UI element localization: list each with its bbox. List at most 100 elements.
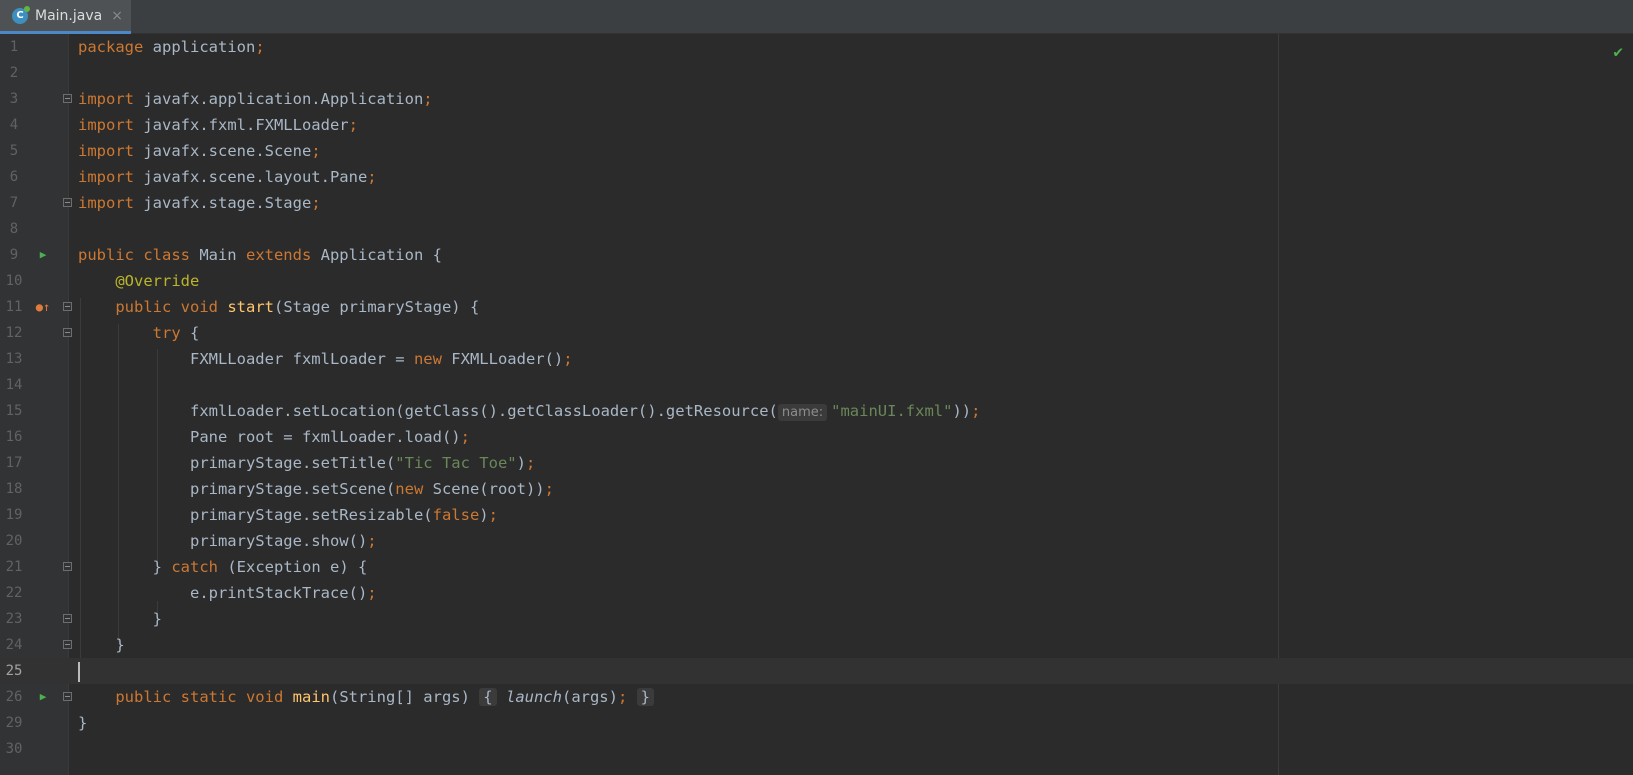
keyword: import — [78, 142, 134, 160]
code-line[interactable]: 5 import javafx.scene.Scene; — [0, 138, 1633, 164]
code-text: import javafx.stage.Stage; — [78, 190, 321, 216]
identifier: application — [143, 38, 256, 56]
folded-brace[interactable]: { — [479, 688, 497, 706]
code-line[interactable]: 7 import javafx.stage.Stage; — [0, 190, 1633, 216]
line-number: 10 — [5, 273, 23, 289]
line-number: 24 — [5, 637, 23, 653]
semicolon: ; — [348, 116, 358, 134]
identifier: Scene(root)) — [423, 480, 545, 498]
brace: } — [152, 610, 162, 628]
code-text: } — [78, 632, 125, 658]
identifier: (Exception e) { — [218, 558, 368, 576]
keyword: package — [78, 38, 144, 56]
code-line[interactable]: 2 — [0, 60, 1633, 86]
keyword: catch — [171, 558, 218, 576]
line-number: 2 — [9, 65, 19, 81]
code-line[interactable]: 18 primaryStage.setScene(new Scene(root)… — [0, 476, 1633, 502]
keyword: new — [395, 480, 424, 498]
line-number: 4 — [9, 117, 19, 133]
code-line[interactable]: 16 Pane root = fxmlLoader.load(); — [0, 424, 1633, 450]
code-line[interactable]: 17 primaryStage.setTitle("Tic Tac Toe"); — [0, 450, 1633, 476]
override-icon[interactable]: ●↑ — [36, 294, 50, 320]
semicolon: ; — [255, 38, 265, 56]
code-line[interactable]: 10 @Override — [0, 268, 1633, 294]
line-number: 9 — [9, 247, 19, 263]
java-class-icon: C — [12, 5, 30, 24]
line-number: 17 — [5, 455, 23, 471]
code-line[interactable]: 20 primaryStage.show(); — [0, 528, 1633, 554]
fold-icon[interactable] — [63, 562, 72, 571]
tab-filename: Main.java — [35, 7, 103, 24]
keyword: import — [78, 90, 134, 108]
code-line[interactable]: 6 import javafx.scene.layout.Pane; — [0, 164, 1633, 190]
line-number: 16 — [5, 429, 23, 445]
fold-icon[interactable] — [63, 614, 72, 623]
semicolon: ; — [525, 454, 536, 472]
identifier: javafx.stage.Stage — [134, 194, 312, 212]
code-line[interactable]: 1 package application; — [0, 34, 1633, 60]
code-line[interactable]: 12 try { — [0, 320, 1633, 346]
line-number: 6 — [9, 169, 19, 185]
code-line[interactable]: 15 fxmlLoader.setLocation(getClass().get… — [0, 398, 1633, 424]
code-line-current[interactable]: 25 — [0, 658, 1633, 684]
fold-icon[interactable] — [63, 328, 72, 337]
code-line[interactable]: 29 } — [0, 710, 1633, 736]
code-line[interactable]: 11 ●↑ public void start(Stage primarySta… — [0, 294, 1633, 320]
code-line[interactable]: 9 ▶ public class Main extends Applicatio… — [0, 242, 1633, 268]
tab-main-java[interactable]: C Main.java × — [0, 0, 131, 34]
fold-icon[interactable] — [63, 640, 72, 649]
code-line[interactable]: 4 import javafx.fxml.FXMLLoader; — [0, 112, 1633, 138]
code-line[interactable]: 26 ▶ public static void main(String[] ar… — [0, 684, 1633, 710]
code-line[interactable]: 8 — [0, 216, 1633, 242]
code-text: FXMLLoader fxmlLoader = new FXMLLoader()… — [78, 346, 573, 372]
line-number: 5 — [9, 143, 19, 159]
code-text: public static void main(String[] args) {… — [78, 684, 655, 710]
line-number: 18 — [5, 481, 23, 497]
identifier: FXMLLoader fxmlLoader = — [189, 350, 414, 368]
run-icon[interactable]: ▶ — [36, 684, 50, 710]
semicolon: ; — [971, 402, 981, 420]
code-line[interactable]: 21 } catch (Exception e) { — [0, 554, 1633, 580]
code-line[interactable]: 23 } — [0, 606, 1633, 632]
line-number: 12 — [5, 325, 23, 341]
code-editor[interactable]: ✔ 1 package application; 2 3 import java… — [0, 34, 1633, 775]
identifier: { — [180, 324, 200, 342]
identifier: primaryStage.setScene( — [189, 480, 396, 498]
code-text: fxmlLoader.setLocation(getClass().getCla… — [78, 398, 980, 426]
code-text: public void start(Stage primaryStage) { — [78, 294, 479, 320]
java-class-icon-letter: C — [16, 10, 24, 21]
code-line[interactable]: 24 } — [0, 632, 1633, 658]
line-number: 11 — [5, 299, 23, 315]
code-text: package application; — [78, 34, 265, 60]
line-number: 7 — [9, 195, 19, 211]
identifier: primaryStage.setTitle( — [189, 454, 396, 472]
line-number: 13 — [5, 351, 23, 367]
semicolon: ; — [423, 90, 433, 108]
identifier: (String[] args) — [329, 688, 480, 706]
keyword: import — [78, 168, 134, 186]
fold-icon[interactable] — [63, 198, 72, 207]
fold-icon[interactable] — [63, 94, 72, 103]
code-line[interactable]: 3 import javafx.application.Application; — [0, 86, 1633, 112]
identifier: FXMLLoader() — [441, 350, 564, 368]
fold-icon[interactable] — [63, 302, 72, 311]
code-line[interactable]: 30 — [0, 736, 1633, 762]
code-line[interactable]: 22 e.printStackTrace(); — [0, 580, 1633, 606]
brace: } — [115, 636, 125, 654]
run-icon[interactable]: ▶ — [36, 242, 50, 268]
string-literal: "mainUI.fxml" — [831, 402, 953, 420]
fold-icon[interactable] — [63, 692, 72, 701]
code-text: import javafx.application.Application; — [78, 86, 433, 112]
code-text: Pane root = fxmlLoader.load(); — [78, 424, 470, 450]
code-line[interactable]: 19 primaryStage.setResizable(false); — [0, 502, 1633, 528]
code-line[interactable]: 13 FXMLLoader fxmlLoader = new FXMLLoade… — [0, 346, 1633, 372]
line-number: 14 — [5, 377, 23, 393]
code-text: primaryStage.setResizable(false); — [78, 502, 498, 528]
identifier: javafx.scene.layout.Pane — [134, 168, 368, 186]
identifier: fxmlLoader.setLocation(getClass().getCla… — [189, 402, 778, 420]
code-line[interactable]: 14 — [0, 372, 1633, 398]
semicolon: ; — [544, 480, 554, 498]
close-icon[interactable]: × — [111, 8, 123, 24]
identifier: ) — [479, 506, 489, 524]
folded-brace[interactable]: } — [636, 688, 655, 706]
